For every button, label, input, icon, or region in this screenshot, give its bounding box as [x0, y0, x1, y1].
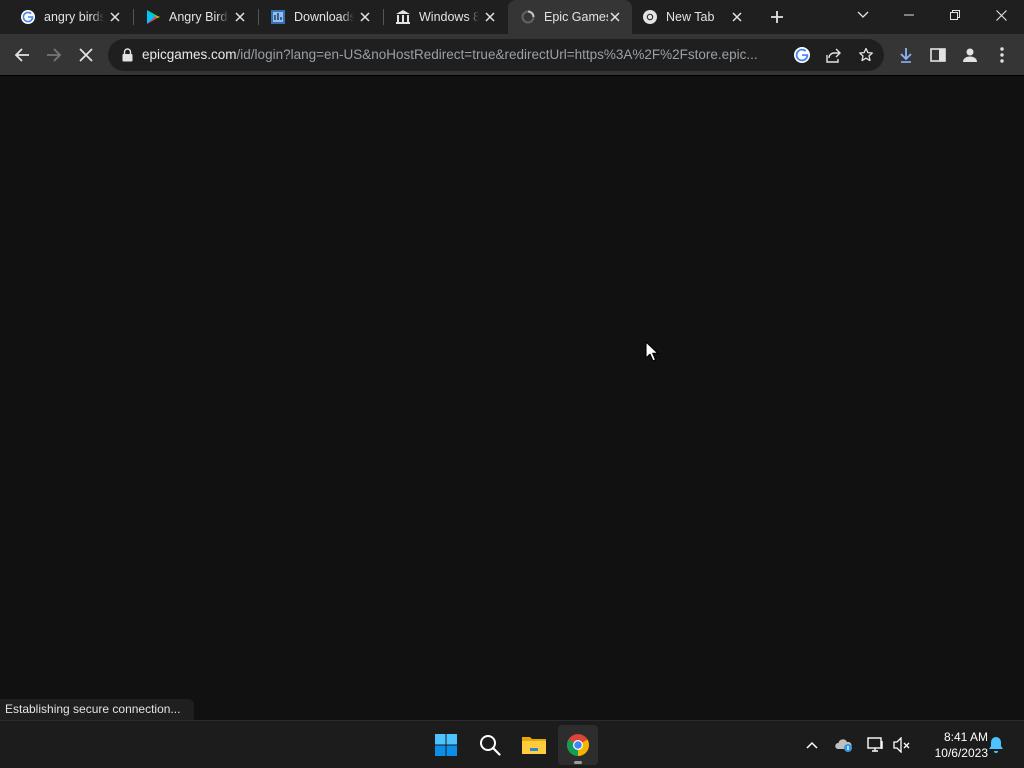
arrow-left-icon [14, 48, 29, 62]
close-window-button[interactable] [978, 0, 1024, 30]
taskbar: 8:41 AM 10/6/2023 [0, 720, 1024, 768]
tab-windows-8[interactable]: Windows 8 [375, 0, 507, 34]
running-indicator [574, 761, 582, 764]
close-icon[interactable] [233, 10, 247, 24]
arrow-right-icon [47, 48, 62, 62]
tab-strip: angry birds Angry Birds Downloads Window… [0, 0, 1024, 34]
url-text[interactable]: epicgames.com/id/login?lang=en-US&noHost… [142, 47, 782, 62]
close-icon[interactable] [730, 10, 744, 24]
search-button[interactable] [470, 725, 510, 765]
side-panel-button[interactable] [926, 43, 950, 67]
close-icon[interactable] [483, 10, 497, 24]
google-lens-icon[interactable] [792, 45, 812, 65]
chrome-button[interactable] [558, 725, 598, 765]
show-hidden-icons-button[interactable] [802, 735, 822, 755]
minimize-icon [904, 14, 914, 16]
clock-time: 8:41 AM [943, 730, 988, 744]
notifications-button[interactable] [986, 735, 1006, 755]
chrome-icon [642, 9, 658, 25]
tab-angry-birds-play[interactable]: Angry Birds [125, 0, 257, 34]
plus-icon [771, 11, 783, 23]
volume-muted-icon[interactable] [892, 735, 912, 755]
close-icon[interactable] [608, 10, 622, 24]
close-icon[interactable] [358, 10, 372, 24]
folder-icon [522, 737, 546, 754]
network-icon[interactable] [866, 735, 886, 755]
tab-downloads[interactable]: Downloads [250, 0, 382, 34]
loading-spinner-icon [520, 9, 536, 25]
more-vert-icon [1000, 47, 1004, 63]
new-tab-button[interactable] [766, 6, 788, 28]
stop-loading-button[interactable] [74, 43, 98, 67]
restore-button[interactable] [932, 0, 978, 30]
tab-title: angry birds [44, 10, 104, 24]
tab-title: New Tab [666, 10, 715, 24]
downloads-site-icon [270, 9, 286, 25]
chevron-up-icon [806, 741, 818, 749]
status-bubble: Establishing secure connection... [0, 699, 195, 720]
browser-toolbar: epicgames.com/id/login?lang=en-US&noHost… [0, 34, 1024, 76]
star-icon[interactable] [856, 45, 876, 65]
tab-title: Downloads [294, 10, 354, 24]
clock-date: 10/6/2023 [934, 746, 988, 760]
forward-button[interactable] [42, 43, 66, 67]
chevron-down-icon [857, 11, 869, 18]
tab-title: Epic Games [544, 10, 608, 24]
tab-angry-birds-search[interactable]: angry birds [0, 0, 132, 34]
bell-icon [989, 737, 1003, 753]
address-bar[interactable]: epicgames.com/id/login?lang=en-US&noHost… [108, 39, 884, 71]
restore-icon [950, 10, 960, 20]
url-host: epicgames.com [142, 47, 237, 62]
tab-title: Angry Birds [169, 10, 229, 24]
close-icon [79, 48, 93, 62]
mouse-cursor-icon [645, 341, 659, 362]
profile-button[interactable] [958, 43, 982, 67]
tab-epic-games[interactable]: Epic Games [508, 0, 632, 34]
tab-search-button[interactable] [840, 0, 886, 30]
museum-icon [395, 9, 411, 25]
google-play-icon [145, 9, 161, 25]
windows-logo-icon [435, 734, 457, 756]
close-icon [995, 9, 1007, 21]
menu-button[interactable] [990, 43, 1014, 67]
profile-icon [963, 48, 977, 62]
tab-title: Windows 8 [419, 10, 479, 24]
file-explorer-button[interactable] [514, 725, 554, 765]
minimize-button[interactable] [886, 0, 932, 30]
close-icon[interactable] [108, 10, 122, 24]
back-button[interactable] [10, 43, 34, 67]
side-panel-icon [930, 48, 946, 62]
lock-icon[interactable] [120, 47, 134, 63]
system-clock[interactable]: 8:41 AM 10/6/2023 [918, 729, 988, 761]
share-icon[interactable] [824, 45, 844, 65]
page-content [0, 77, 1024, 720]
onedrive-tray-icon[interactable] [834, 735, 854, 755]
download-icon [900, 48, 912, 63]
url-path: /id/login?lang=en-US&noHostRedirect=true… [236, 47, 758, 62]
start-button[interactable] [426, 725, 466, 765]
tab-new-tab[interactable]: New Tab [622, 0, 754, 34]
google-icon [20, 9, 36, 25]
downloads-button[interactable] [894, 43, 918, 67]
chrome-icon [567, 734, 589, 756]
search-icon [480, 735, 501, 756]
